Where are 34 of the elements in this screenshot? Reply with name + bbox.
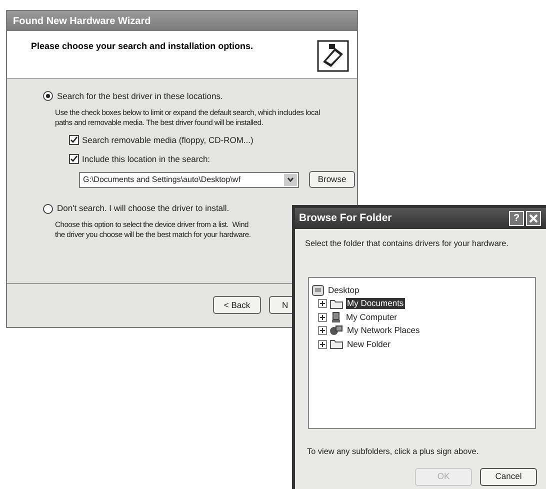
option-label[interactable]: Search for the best driver in these locations. (57, 90, 223, 103)
computer-icon (330, 312, 342, 323)
instruction-text: Select the folder that contains drivers for your hardware. (305, 238, 510, 250)
expand-icon[interactable] (318, 340, 327, 349)
wizard-heading: Please choose your search and installation options. (31, 40, 254, 53)
folder-icon (330, 298, 343, 309)
close-icon[interactable] (526, 211, 541, 226)
checkbox[interactable] (69, 135, 79, 146)
expand-icon[interactable] (318, 326, 327, 336)
tree-item[interactable]: My Network Places (346, 325, 421, 336)
dropdown-icon[interactable] (284, 174, 298, 186)
folder-icon (330, 339, 343, 350)
location-combo-box[interactable]: G:\Documents and Settings\auto\Desktop\wf (79, 172, 300, 188)
expand-icon[interactable] (318, 299, 327, 308)
desktop-icon (312, 284, 324, 296)
tree-item[interactable]: My Computer (345, 312, 398, 323)
radio-button[interactable] (43, 204, 53, 214)
tree-item[interactable]: My Documents (346, 298, 405, 310)
wizard-button[interactable]: < Back (213, 296, 261, 314)
radio-button[interactable] (43, 91, 53, 102)
checkbox-label[interactable]: Include this location in the search: (82, 152, 210, 166)
window-title: Found New Hardware Wizard (13, 14, 151, 28)
hint-text: To view any subfolders, click a plus sign above. (307, 446, 480, 458)
dialog-title: Browse For Folder (299, 210, 392, 226)
checkbox[interactable] (69, 154, 79, 164)
expand-icon[interactable] (318, 312, 327, 322)
tree-item[interactable]: New Folder (346, 338, 392, 350)
dialog-button[interactable]: Cancel (480, 468, 537, 486)
help-button[interactable]: ? (509, 211, 524, 226)
checkbox-label[interactable]: Search removable media (floppy, CD-ROM...) (82, 134, 254, 146)
tree-item[interactable]: Desktop (327, 284, 360, 296)
network-icon (330, 325, 343, 336)
option-label[interactable]: Don't search. I will choose the driver to install. (57, 202, 230, 215)
browse-button[interactable]: Browse (309, 171, 355, 188)
